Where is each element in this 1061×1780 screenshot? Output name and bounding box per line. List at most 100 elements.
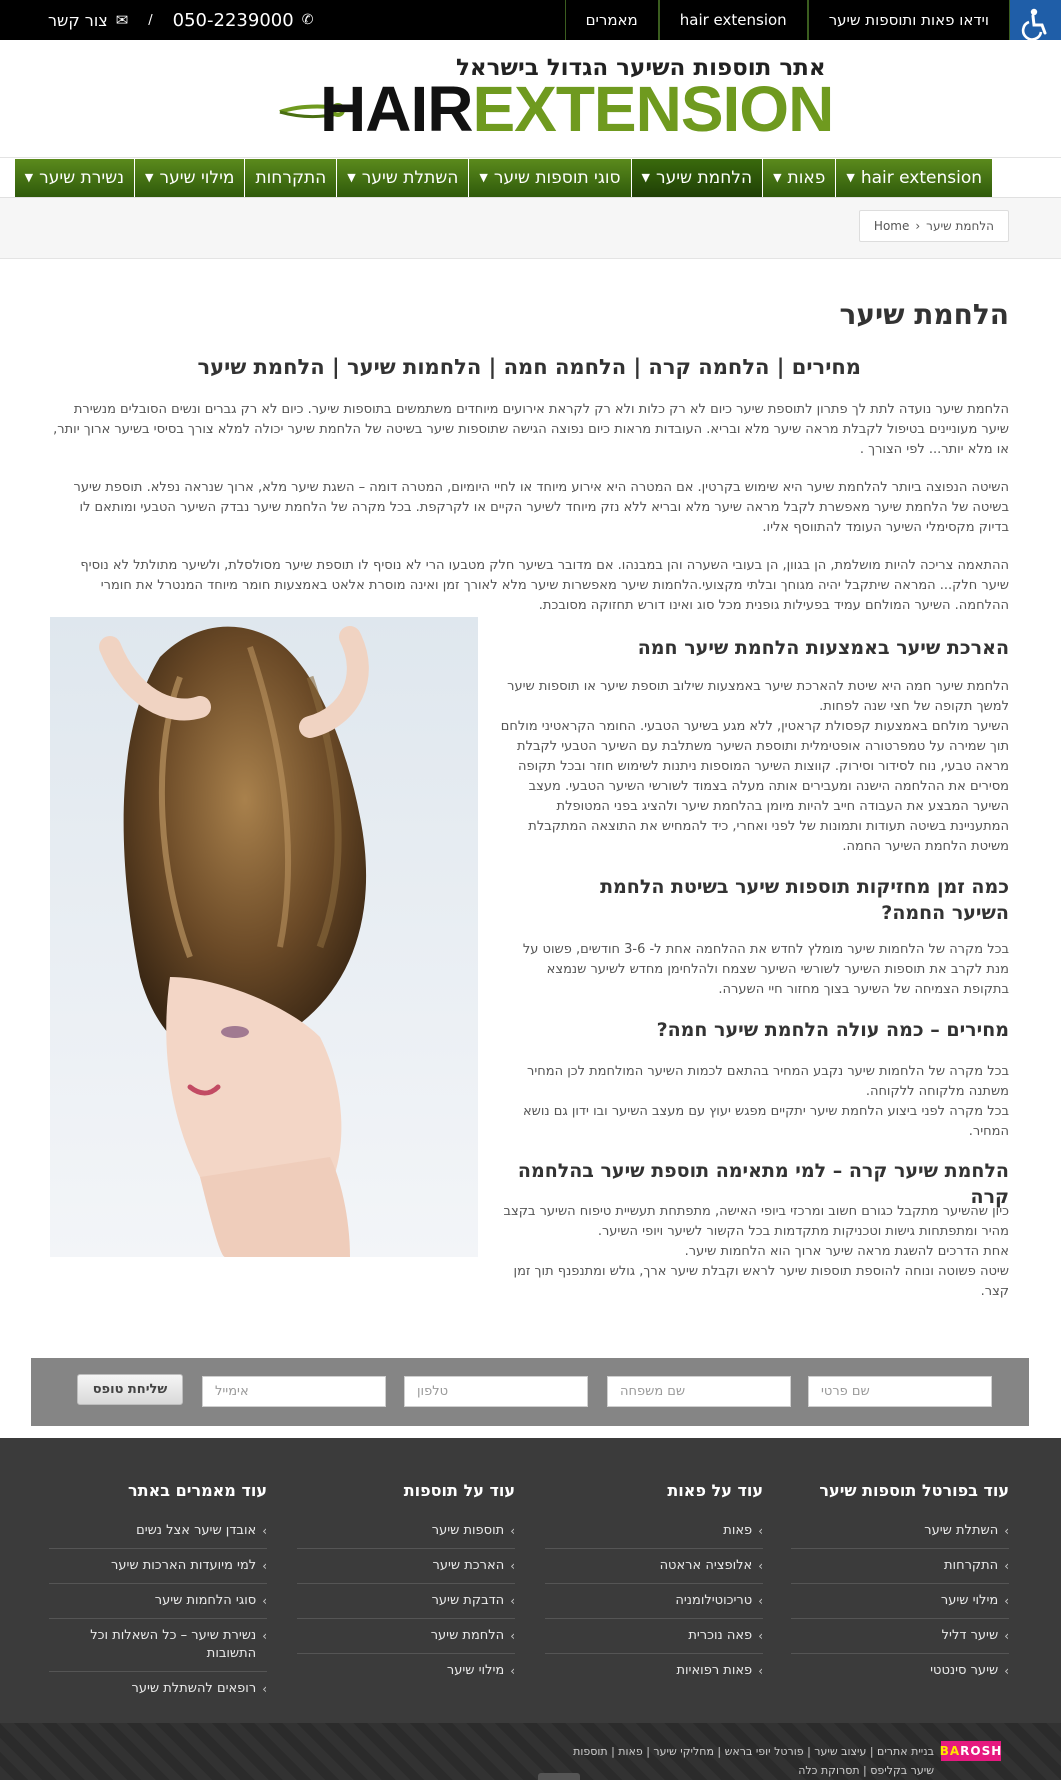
intro-paragraph: הלחמת שיער נועדה לתת לך פתרון לתוספת שיע… [53,402,1009,457]
menu-item-label: נשירת שיער [39,168,125,188]
footer-link-label: שיער סינטטי [930,1663,999,1678]
page-title: הלחמת שיער [839,298,1009,331]
footer-link[interactable]: › שיער סינטטי [791,1654,1009,1688]
footer-link[interactable]: › פאות [545,1514,763,1549]
chevron-left-icon: › [510,1559,515,1573]
footer-link[interactable]: › טריכוטילומניה [545,1584,763,1619]
chevron-left-icon: › [510,1629,515,1643]
chevron-left-icon: › [262,1524,267,1538]
top-nav-hair-extension[interactable]: hair extension [658,0,808,40]
last-name-field[interactable]: שם משפחה [607,1376,791,1407]
section-text: שיטה פשוטה ונוחה להוספת תוספות שיער לראש… [513,1264,1009,1299]
menu-item-baldness[interactable]: התקרחות [244,159,337,197]
scroll-to-top-button[interactable] [538,1773,580,1780]
footer-column-title: עוד בפורטל תוספות שיער [819,1481,1009,1500]
footer-link[interactable]: › שיער דליל [791,1619,1009,1654]
chevron-left-icon: › [510,1594,515,1608]
footer-link[interactable]: › פאות רפואיות [545,1654,763,1688]
section-text: בכל מקרה של הלחמות שיער נקבע המחיר בהתאם… [527,1064,1009,1099]
breadcrumb: הלחמת שיער ‹ Home [858,210,1009,242]
chevron-left-icon: › [1004,1594,1009,1608]
chevron-left-icon: › [758,1664,763,1678]
intro-paragraph: ההתאמה צריכה להיות מושלמת, הן בגוון, הן … [80,558,1009,613]
footer-column-portal: עוד בפורטל תוספות שיער › השתלת שיער › התקר… [791,1481,1009,1688]
top-nav-articles[interactable]: מאמרים [564,0,659,40]
footer-link[interactable]: › תוספות שיער [297,1514,515,1549]
curly-hair-model-image [50,617,478,1257]
chevron-down-icon: ▼ [846,171,855,184]
phone-number[interactable]: 050-2239000 [173,10,294,31]
contact-label[interactable]: צור קשר [48,11,108,30]
breadcrumb-band: הלחמת שיער ‹ Home [0,198,1061,259]
brand-a: BA [939,1744,961,1758]
chevron-left-icon: › [758,1629,763,1643]
footer-link[interactable]: › אלופציה אראטה [545,1549,763,1584]
chevron-left-icon: › [1004,1664,1009,1678]
top-nav-videos[interactable]: וידאו פאות ותוספות שיער [807,0,1010,40]
intro-paragraph: השיטה הנפוצה ביותר להלחמת שיער היא שימוש… [73,480,1009,535]
chevron-left-icon: › [758,1524,763,1538]
footer-link-label: למי מיועדות הארכות שיער [110,1558,257,1573]
footer-link[interactable]: › רופאים להשתלת שיער [49,1672,267,1706]
footer-link[interactable]: › נשירת שיער – כל השאלות וכל התשובות [49,1619,267,1672]
menu-item-extension-types[interactable]: סוגי תוספות שיער ▼ [468,159,631,197]
first-name-field[interactable]: שם פרטי [808,1376,992,1407]
footer-link[interactable]: › מילוי שיער [791,1584,1009,1619]
section-heading: הארכת שיער באמצעות הלחמת שיער חמה [637,637,1009,659]
menu-item-hair-transplant[interactable]: השתלת שיער ▼ [336,159,469,197]
footer-link-label: פאות [723,1523,753,1538]
main-menu: hair extension ▼ פאות ▼ הלחמת שיער ▼ סוגי ת… [0,158,1061,198]
footer-link[interactable]: › הארכת שיער [297,1549,515,1584]
chevron-left-icon: › [758,1559,763,1573]
section-text: בכל מקרה של הלחמות שיער מומלץ לחדש את הה… [522,942,1009,997]
phone-field[interactable]: טלפון [404,1376,588,1407]
footer-link[interactable]: › השתלת שיער [791,1514,1009,1549]
menu-item-hair-filling[interactable]: מילוי שיער ▼ [134,159,245,197]
submit-form-button[interactable]: שליחת טופס [77,1374,183,1405]
footer-column-articles: עוד מאמרים באתר › אובדן שיער אצל נשים › למ… [49,1481,267,1706]
phone-icon: ✆ [301,12,314,28]
logo-header: אתר תוספות השיער הגדול בישראל HAIREXTENS… [0,40,1061,158]
email-field[interactable]: אימייל [202,1376,386,1407]
footer-link[interactable]: › אובדן שיער אצל נשים [49,1514,267,1549]
chevron-left-icon: › [1004,1524,1009,1538]
section-body: בכל מקרה של הלחמות שיער נקבע המחיר בהתאם… [499,1062,1009,1142]
footer-link-label: סוגי הלחמות שיער [154,1593,257,1608]
footer-link[interactable]: › מילוי שיער [297,1654,515,1688]
footer-column-title: עוד מאמרים באתר [128,1481,267,1500]
breadcrumb-current: הלחמת שיער [926,219,994,233]
footer-link[interactable]: › התקרחות [791,1549,1009,1584]
footer-link-label: נשירת שיער – כל השאלות וכל התשובות [90,1628,257,1661]
footer-link[interactable]: › למי מיועדות הארכות שיער [49,1549,267,1584]
menu-item-label: הלחמת שיער [655,168,753,188]
menu-item-hair-loss[interactable]: נשירת שיער ▼ [13,159,135,197]
chevron-left-icon: ‹ [915,219,921,233]
footer-link[interactable]: › הדבקת שיער [297,1584,515,1619]
footer: עוד בפורטל תוספות שיער › השתלת שיער › התקר… [0,1438,1061,1723]
breadcrumb-home[interactable]: Home [874,219,909,233]
menu-item-label: התקרחות [255,168,327,188]
footer-link[interactable]: › סוגי הלחמות שיער [49,1584,267,1619]
section-body: כיון שהשיער מתקבל כגורם חשוב ומרכזי ביופ… [499,1202,1009,1302]
menu-item-wigs[interactable]: פאות ▼ [762,159,836,197]
chevron-left-icon: › [262,1629,267,1643]
footer-link[interactable]: › הלחמת שיער [297,1619,515,1654]
menu-item-hair-extension[interactable]: hair extension ▼ [835,159,992,197]
top-nav: וידאו פאות ותוספות שיער hair extension מ… [564,0,1010,40]
footer-link-label: הלחמת שיער [430,1628,505,1643]
mail-icon[interactable]: ✉ [116,11,129,29]
footer-link-label: הארכת שיער [432,1558,505,1573]
section-text: כיון שהשיער מתקבל כגורם חשוב ומרכזי ביופ… [503,1204,1009,1239]
chevron-left-icon: › [1004,1629,1009,1643]
chevron-left-icon: › [262,1559,267,1573]
credits-line[interactable]: בניית אתרים | עיצוב שיער | פורטל יופי בר… [514,1742,934,1761]
wheelchair-icon [1021,8,1046,40]
menu-item-label: פאות [787,168,826,188]
chevron-left-icon: › [510,1664,515,1678]
menu-item-hair-bonding[interactable]: הלחמת שיער ▼ [630,159,763,197]
footer-link[interactable]: › פאה נוכרית [545,1619,763,1654]
chevron-down-icon: ▼ [347,171,356,184]
barosh-logo[interactable]: BA ROSH [939,1741,1001,1761]
logo-wordmark[interactable]: HAIREXTENSION [320,74,834,144]
footer-link-label: השתלת שיער [924,1523,999,1538]
